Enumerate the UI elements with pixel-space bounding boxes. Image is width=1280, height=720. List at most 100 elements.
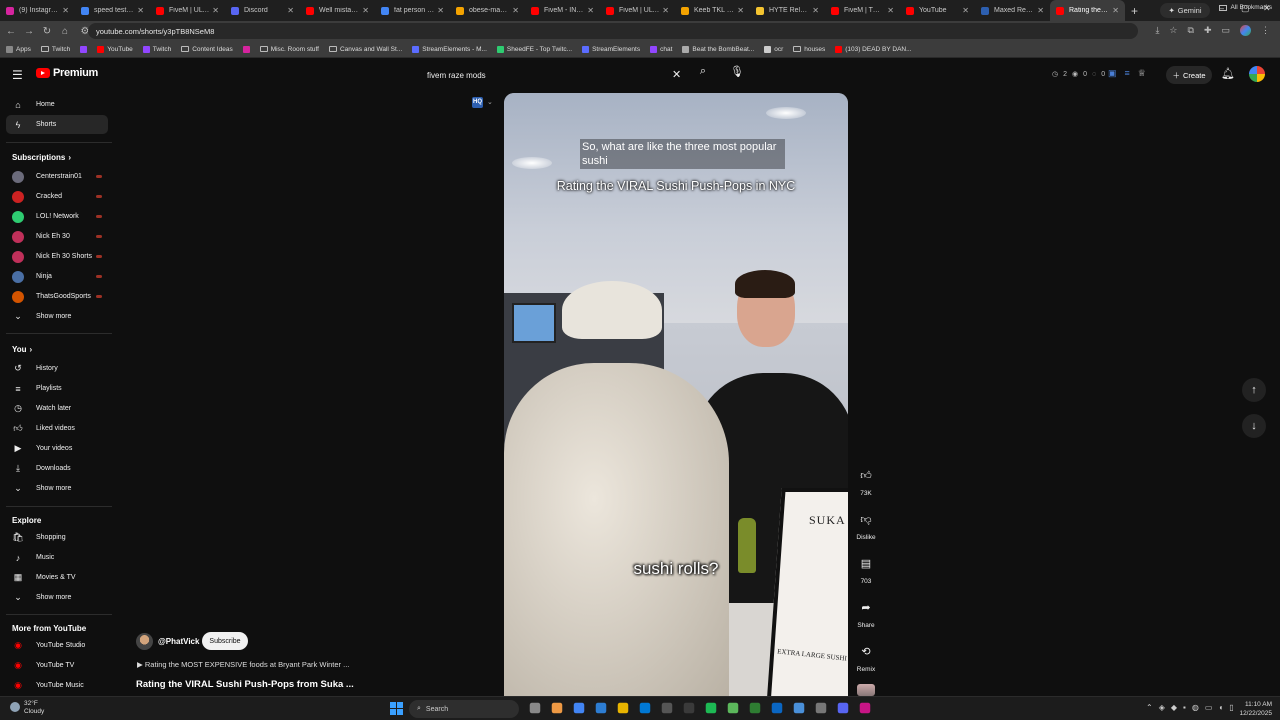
search-input[interactable]: fivem raze mods bbox=[418, 64, 690, 86]
subscriptions-show-more[interactable]: ⌄ Show more bbox=[6, 307, 108, 326]
channel-handle[interactable]: @PhatVick bbox=[158, 637, 199, 646]
bookmark-sheed[interactable]: SheedFE - Top Twitc... bbox=[496, 45, 572, 53]
taskbar-app-icon[interactable] bbox=[859, 702, 871, 714]
browser-tab[interactable]: FiveM - INSAN✕ bbox=[525, 0, 600, 21]
extension-hq-icon[interactable]: ▣ bbox=[1108, 68, 1117, 79]
sidebar-channel[interactable]: Centerstrain01 bbox=[6, 167, 108, 186]
bookmark-ocr[interactable]: ocr bbox=[764, 45, 783, 53]
bookmark-twitch[interactable] bbox=[80, 45, 88, 53]
close-tab-icon[interactable]: ✕ bbox=[362, 6, 369, 15]
sidebar-channel[interactable]: Cracked bbox=[6, 187, 108, 206]
channel-avatar[interactable] bbox=[136, 633, 153, 650]
bookmark-folder[interactable]: houses bbox=[793, 46, 825, 53]
sidebar-item-explore[interactable]: 🛍︎ Shopping bbox=[6, 528, 108, 547]
browser-tab[interactable]: Maxed Realist ✕ bbox=[975, 0, 1050, 21]
home-icon[interactable]: ⌂ bbox=[56, 26, 74, 37]
remix-button[interactable]: ⟲ Remix bbox=[852, 639, 880, 674]
close-tab-icon[interactable]: ✕ bbox=[287, 6, 294, 15]
close-tab-icon[interactable]: ✕ bbox=[1037, 6, 1044, 15]
like-button[interactable]: 👍︎ 73K bbox=[852, 463, 880, 498]
sidepanel-icon[interactable]: ▭ bbox=[1221, 25, 1230, 36]
hq-extension-badge[interactable]: HQ bbox=[472, 97, 483, 108]
bookmark-se[interactable]: StreamElements - M... bbox=[412, 45, 487, 53]
search-icon[interactable]: ⌕ bbox=[694, 65, 712, 83]
close-tab-icon[interactable]: ✕ bbox=[812, 6, 819, 15]
browser-tab[interactable]: FiveM | TOP T✕ bbox=[825, 0, 900, 21]
sidebar-item-explore[interactable]: ▦ Movies & TV bbox=[6, 568, 108, 587]
sidebar-item-more[interactable]: ◉ YouTube TV bbox=[6, 656, 108, 675]
you-show-more[interactable]: ⌄ Show more bbox=[6, 479, 108, 498]
sidebar-item-you[interactable]: ⤓ Downloads bbox=[6, 459, 108, 478]
taskbar-app-icon[interactable] bbox=[837, 702, 849, 714]
app-tray-icon[interactable]: ◆ bbox=[1171, 703, 1177, 712]
extension-gem-icon[interactable]: ♕ bbox=[1138, 68, 1146, 79]
taskbar-app-icon[interactable] bbox=[573, 702, 585, 714]
battery-icon[interactable]: ▯ bbox=[1229, 703, 1233, 712]
browser-tab[interactable]: Well mistakes ✕ bbox=[300, 0, 375, 21]
all-bookmarks-button[interactable]: All Bookmarks bbox=[1219, 4, 1272, 11]
browser-tab[interactable]: fat person - Go✕ bbox=[375, 0, 450, 21]
browser-tab[interactable]: YouTube ✕ bbox=[900, 0, 975, 21]
youtube-premium-logo[interactable]: Premium bbox=[36, 67, 98, 79]
reload-icon[interactable]: ↻ bbox=[38, 26, 56, 37]
volume-icon[interactable]: ◖ bbox=[1218, 703, 1223, 712]
chevron-down-icon[interactable]: ⌄ bbox=[487, 98, 493, 106]
extensions-puzzle-icon[interactable]: ✚ bbox=[1204, 25, 1212, 36]
bookmark-youtube[interactable]: YouTube bbox=[97, 45, 133, 53]
share-button[interactable]: ➦ Share bbox=[852, 595, 880, 630]
close-tab-icon[interactable]: ✕ bbox=[1112, 6, 1119, 15]
new-tab-icon[interactable]: + bbox=[1131, 4, 1138, 18]
app-tray-icon[interactable]: ◈ bbox=[1159, 703, 1165, 712]
sidebar-channel[interactable]: ThatsGoodSports bbox=[6, 287, 108, 306]
bookmark-folder[interactable]: Misc. Room stuff bbox=[259, 46, 319, 53]
clear-search-icon[interactable]: ✕ bbox=[672, 68, 681, 81]
extension-list-icon[interactable]: ≡ bbox=[1125, 68, 1130, 79]
taskbar-app-icon[interactable] bbox=[771, 702, 783, 714]
taskbar-app-icon[interactable] bbox=[727, 702, 739, 714]
network-icon[interactable]: ▭ bbox=[1205, 703, 1213, 712]
close-tab-icon[interactable]: ✕ bbox=[512, 6, 519, 15]
taskbar-app-icon[interactable] bbox=[595, 702, 607, 714]
bookmark-folder[interactable]: Canvas and Wall St... bbox=[328, 46, 402, 53]
sidebar-item-you[interactable]: ≡ Playlists bbox=[6, 379, 108, 398]
close-tab-icon[interactable]: ✕ bbox=[887, 6, 894, 15]
sound-thumbnail[interactable] bbox=[857, 684, 875, 696]
taskbar-app-icon[interactable] bbox=[617, 702, 629, 714]
sidebar-channel[interactable]: Ninja bbox=[6, 267, 108, 286]
bookmark-apps[interactable]: Apps bbox=[6, 45, 31, 53]
close-tab-icon[interactable]: ✕ bbox=[62, 6, 69, 15]
close-tab-icon[interactable]: ✕ bbox=[587, 6, 594, 15]
sidebar-item-more[interactable]: ◉ YouTube Music bbox=[6, 676, 108, 695]
browser-tab[interactable]: Keeb TKL Key ✕ bbox=[675, 0, 750, 21]
browser-menu-icon[interactable]: ⋮ bbox=[1261, 25, 1270, 36]
mic-tray-icon[interactable]: ◍ bbox=[1192, 703, 1199, 712]
extension-icon[interactable]: ⧉ bbox=[1188, 25, 1194, 36]
windows-start-icon[interactable] bbox=[390, 702, 403, 715]
taskbar-app-icon[interactable] bbox=[815, 702, 827, 714]
sidebar-item-you[interactable]: ▶ Your videos bbox=[6, 439, 108, 458]
subscriptions-heading[interactable]: Subscriptions › bbox=[12, 153, 71, 162]
browser-tab[interactable]: obese-man-sh ✕ bbox=[450, 0, 525, 21]
notifications-icon[interactable]: 🔔︎ bbox=[1221, 67, 1235, 80]
close-tab-icon[interactable]: ✕ bbox=[437, 6, 444, 15]
sidebar-item-explore[interactable]: ♪ Music bbox=[6, 548, 108, 567]
gemini-button[interactable]: ✦ Gemini bbox=[1160, 3, 1210, 18]
bookmark-twitch[interactable]: chat bbox=[650, 45, 672, 53]
create-button[interactable]: ＋ Create bbox=[1166, 66, 1212, 84]
shorts-video-player[interactable]: SUKA EXTRA LARGE SUSHI So, what are like… bbox=[504, 93, 848, 696]
browser-profile-avatar[interactable] bbox=[1240, 25, 1251, 36]
bookmark-folder[interactable]: Twitch bbox=[40, 46, 70, 53]
app-tray-icon[interactable]: ▪ bbox=[1183, 703, 1186, 712]
subscribe-button[interactable]: Subscribe bbox=[202, 632, 248, 650]
close-tab-icon[interactable]: ✕ bbox=[662, 6, 669, 15]
weather-widget[interactable]: 32°F Cloudy bbox=[10, 700, 44, 716]
taskbar-app-icon[interactable] bbox=[529, 702, 541, 714]
microphone-icon[interactable]: 🎙︎ bbox=[728, 65, 746, 83]
extension-stats[interactable]: ◷ 2 ◉ 0 ◌ 0 bbox=[1052, 70, 1105, 79]
bookmark-twitch[interactable]: Twitch bbox=[142, 45, 171, 53]
sidebar-channel[interactable]: Nick Eh 30 bbox=[6, 227, 108, 246]
you-heading[interactable]: You › bbox=[12, 345, 32, 354]
bookmark-se[interactable]: StreamElements bbox=[582, 45, 640, 53]
related-video-link[interactable]: ▶ Rating the MOST EXPENSIVE foods at Bry… bbox=[137, 660, 349, 669]
bookmark-bomb[interactable]: Beat the BombBeat... bbox=[682, 45, 754, 53]
